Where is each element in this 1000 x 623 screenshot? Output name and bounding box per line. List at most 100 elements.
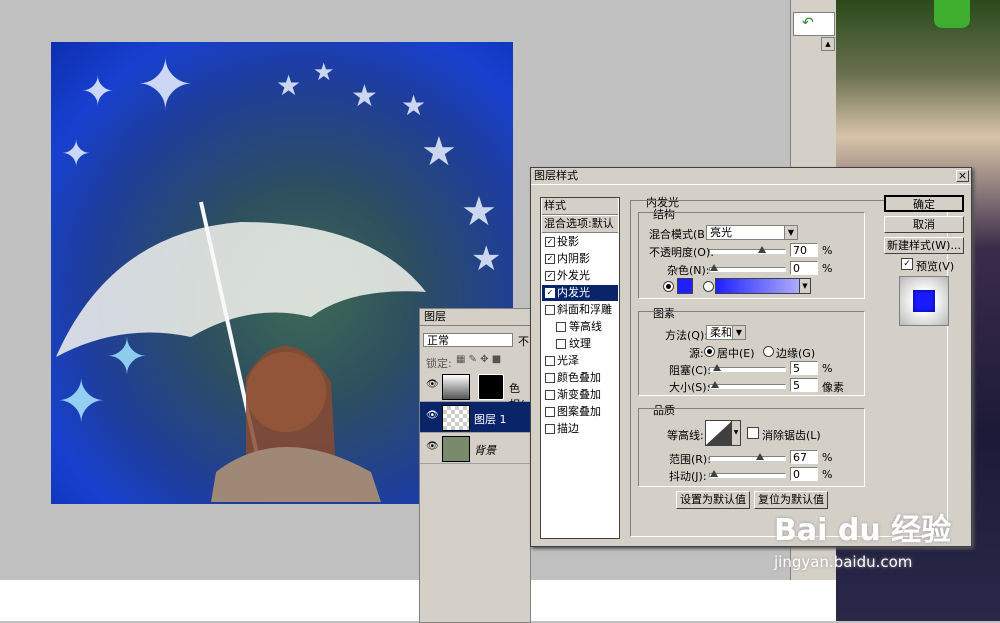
style-preview bbox=[899, 276, 949, 326]
style-checkbox[interactable]: ✓ bbox=[545, 254, 555, 264]
style-item[interactable]: ✓ 内阴影 bbox=[542, 251, 618, 267]
style-checkbox[interactable] bbox=[556, 322, 566, 332]
contour-label: 等高线: bbox=[667, 429, 704, 442]
method-dropdown[interactable]: 柔和 ▼ bbox=[706, 325, 746, 340]
style-checkbox[interactable] bbox=[545, 407, 555, 417]
noise-input[interactable]: 0 bbox=[790, 261, 818, 275]
choke-label: 阻塞(C): bbox=[669, 364, 711, 377]
source-label: 源: bbox=[689, 347, 704, 360]
style-item[interactable]: 斜面和浮雕 bbox=[542, 302, 618, 318]
style-label: 渐变叠加 bbox=[557, 388, 601, 401]
size-input[interactable]: 5 bbox=[790, 378, 818, 392]
choke-slider[interactable] bbox=[709, 364, 786, 372]
preview-checkbox[interactable]: ✓ bbox=[901, 258, 913, 270]
ok-button[interactable]: 确定 bbox=[884, 195, 964, 212]
style-checkbox[interactable] bbox=[545, 305, 555, 315]
blend-mode-dropdown[interactable]: 亮光 ▼ bbox=[706, 225, 798, 240]
lock-icons[interactable]: ▦ ✎ ✥ ■ bbox=[456, 354, 501, 365]
range-input[interactable]: 67 bbox=[790, 450, 818, 464]
jitter-slider[interactable] bbox=[709, 470, 786, 478]
layer-row-adjustment[interactable]: 👁 色相/... bbox=[420, 371, 534, 411]
style-item[interactable]: ✓ 投影 bbox=[542, 234, 618, 250]
contour-picker[interactable] bbox=[705, 420, 733, 446]
antialias-label: 消除锯齿(L) bbox=[762, 429, 821, 442]
layer-row-background[interactable]: 👁 背景 bbox=[420, 433, 530, 464]
source-edge-radio[interactable] bbox=[763, 346, 774, 357]
source-center-radio[interactable] bbox=[704, 346, 715, 357]
star-decoration: ★ bbox=[351, 79, 378, 114]
slider-knob[interactable] bbox=[756, 453, 765, 460]
layer-row-selected[interactable]: 👁 图层 1 bbox=[420, 402, 530, 433]
layer-style-dialog: 图层样式 × 样式 混合选项:默认 ✓ 投影 ✓ 内阴影 ✓ 外发光 ✓ 内发光 斜面和浮雕 等高… bbox=[530, 167, 972, 547]
styles-header[interactable]: 样式 bbox=[542, 198, 618, 215]
noise-unit: % bbox=[822, 262, 833, 275]
noise-label: 杂色(N): bbox=[667, 264, 710, 277]
slider-knob[interactable] bbox=[710, 470, 718, 477]
style-label: 纹理 bbox=[569, 337, 591, 350]
lock-label: 锁定: bbox=[426, 357, 452, 370]
method-value: 柔和 bbox=[710, 326, 732, 339]
opacity-input[interactable]: 70 bbox=[790, 243, 818, 257]
gradient-picker[interactable] bbox=[715, 278, 807, 294]
visibility-eye-icon[interactable]: 👁 bbox=[426, 441, 439, 452]
style-item[interactable]: 描边 bbox=[542, 421, 618, 437]
umbrella-figure bbox=[56, 201, 426, 502]
chevron-down-icon[interactable]: ▼ bbox=[799, 278, 811, 294]
cancel-button[interactable]: 取消 bbox=[884, 216, 964, 233]
style-checkbox[interactable] bbox=[556, 339, 566, 349]
style-checkbox[interactable] bbox=[545, 373, 555, 383]
style-checkbox[interactable]: ✓ bbox=[545, 237, 555, 247]
style-item[interactable]: 等高线 bbox=[542, 319, 618, 335]
choke-input[interactable]: 5 bbox=[790, 361, 818, 375]
mask-thumbnail bbox=[478, 374, 504, 400]
star-decoration: ★ bbox=[313, 58, 335, 86]
style-item[interactable]: 纹理 bbox=[542, 336, 618, 352]
glow-color-swatch[interactable] bbox=[677, 278, 693, 294]
blending-options-item[interactable]: 混合选项:默认 bbox=[542, 216, 618, 233]
slider-knob[interactable] bbox=[711, 381, 720, 388]
antialias-checkbox[interactable] bbox=[747, 427, 759, 439]
check-icon: ✓ bbox=[903, 259, 911, 269]
style-item[interactable]: 图案叠加 bbox=[542, 404, 618, 420]
star-decoration: ✦ bbox=[136, 44, 195, 126]
scroll-up-button[interactable]: ▲ bbox=[821, 37, 835, 51]
slider-knob[interactable] bbox=[713, 364, 722, 371]
style-item[interactable]: 渐变叠加 bbox=[542, 387, 618, 403]
chevron-down-icon[interactable]: ▼ bbox=[731, 420, 741, 446]
choke-unit: % bbox=[822, 362, 833, 375]
set-default-button[interactable]: 设置为默认值 bbox=[676, 491, 750, 509]
dialog-titlebar[interactable]: 图层样式 bbox=[531, 168, 971, 185]
style-item[interactable]: 颜色叠加 bbox=[542, 370, 618, 386]
visibility-eye-icon[interactable]: 👁 bbox=[426, 410, 439, 421]
close-button[interactable]: × bbox=[956, 170, 969, 182]
new-style-button[interactable]: 新建样式(W)... bbox=[884, 237, 964, 254]
style-item[interactable]: ✓ 内发光 bbox=[542, 285, 618, 301]
close-icon: × bbox=[957, 169, 968, 182]
visibility-eye-icon[interactable]: 👁 bbox=[426, 379, 439, 390]
opacity-slider[interactable] bbox=[709, 246, 786, 254]
noise-slider[interactable] bbox=[709, 264, 786, 272]
blend-mode-select[interactable]: 正常 bbox=[423, 333, 513, 347]
style-checkbox[interactable] bbox=[545, 356, 555, 366]
style-label: 描边 bbox=[557, 422, 579, 435]
style-checkbox[interactable] bbox=[545, 390, 555, 400]
style-label: 等高线 bbox=[569, 320, 602, 333]
gradient-radio[interactable] bbox=[703, 281, 714, 292]
style-checkbox[interactable]: ✓ bbox=[545, 271, 555, 281]
history-state[interactable]: ↶ bbox=[793, 12, 835, 36]
style-checkbox[interactable] bbox=[545, 424, 555, 434]
style-item[interactable]: 光泽 bbox=[542, 353, 618, 369]
range-unit: % bbox=[822, 451, 833, 464]
jitter-input[interactable]: 0 bbox=[790, 467, 818, 481]
style-item[interactable]: ✓ 外发光 bbox=[542, 268, 618, 284]
slider-knob[interactable] bbox=[758, 246, 767, 253]
solid-color-radio[interactable] bbox=[663, 281, 674, 292]
layer-name: 背景 bbox=[474, 444, 496, 457]
slider-knob[interactable] bbox=[710, 264, 718, 271]
size-slider[interactable] bbox=[709, 381, 786, 389]
style-checkbox[interactable]: ✓ bbox=[545, 288, 555, 298]
star-decoration: ✦ bbox=[81, 69, 115, 115]
layers-tab[interactable]: 图层 bbox=[420, 309, 530, 326]
range-slider[interactable] bbox=[709, 453, 786, 461]
style-label: 投影 bbox=[557, 235, 579, 248]
